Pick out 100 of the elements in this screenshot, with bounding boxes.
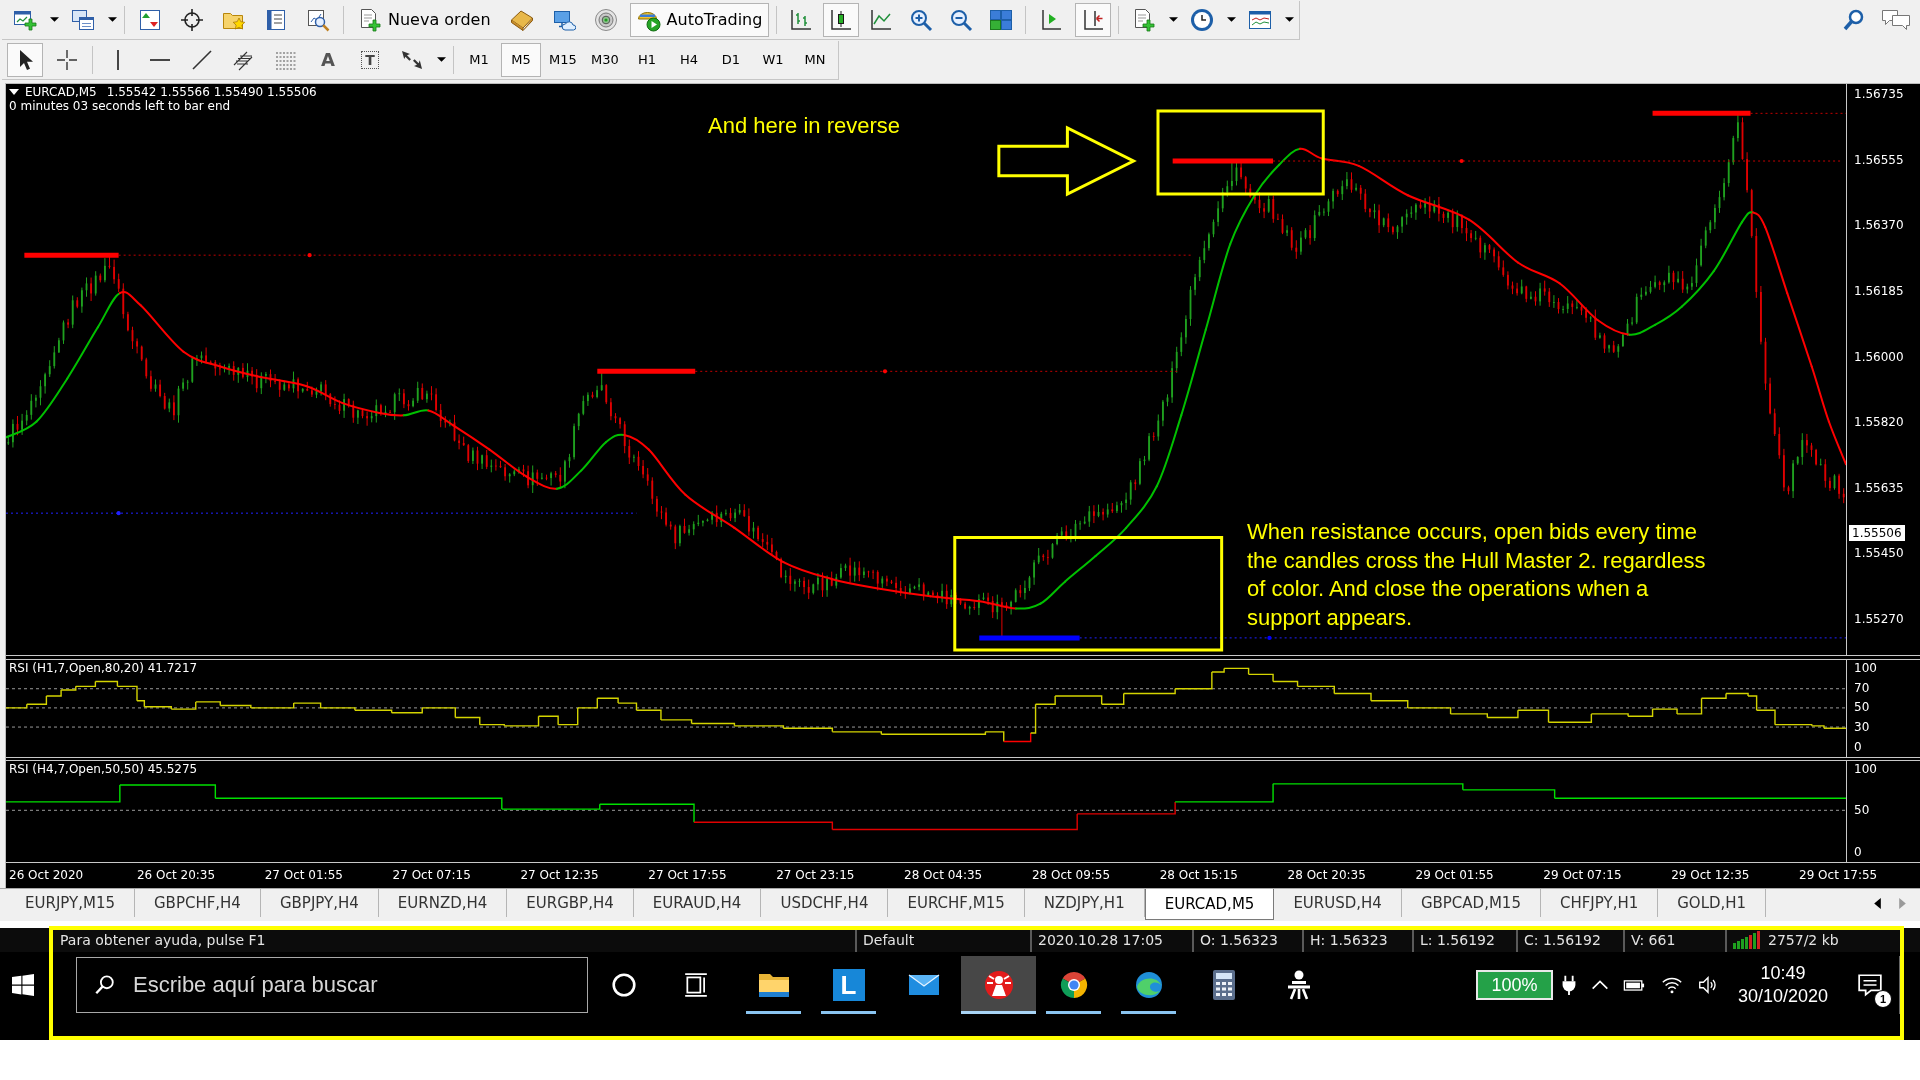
timeframe-button[interactable]: M30 xyxy=(585,42,625,77)
traffic-info: 2757/2 kb xyxy=(1768,931,1839,949)
window-arrows-icon xyxy=(138,7,162,32)
chart-tab[interactable]: EURCHF,M15 xyxy=(888,889,1025,917)
status-message: Para obtener ayuda, pulse F1 xyxy=(60,931,266,949)
search-field[interactable]: Escribe aquí para buscar xyxy=(76,957,588,1013)
chart-tab[interactable]: EURGBP,H4 xyxy=(507,889,634,917)
chart-tab[interactable]: EURAUD,H4 xyxy=(633,889,762,917)
time-axis-label: 28 Oct 04:35 xyxy=(904,868,983,882)
timeframe-button[interactable]: H4 xyxy=(669,42,709,77)
indicator-label: RSI (H4,7,Open,50,50) 45.5275 xyxy=(9,762,198,776)
new-order-button[interactable]: Nueva orden xyxy=(351,2,498,37)
axes-play-icon xyxy=(1039,7,1064,32)
concentric-rings-icon xyxy=(593,7,618,32)
price-axis-label: 1.55450 xyxy=(1854,545,1904,562)
price-axis-label: 1.56555 xyxy=(1854,151,1904,168)
profile-name: Default xyxy=(863,931,915,949)
chart-tab[interactable]: CHFJPY,H1 xyxy=(1540,889,1659,917)
chart-tab[interactable]: NZDJPY,H1 xyxy=(1024,889,1145,917)
timeframe-button[interactable]: H1 xyxy=(627,42,667,77)
chart-tab[interactable]: EURUSD,H4 xyxy=(1274,889,1402,917)
time-axis-label: 27 Oct 07:15 xyxy=(392,868,471,882)
chart-tab[interactable]: EURNZD,H4 xyxy=(378,889,508,917)
line-chart-icon xyxy=(869,7,894,32)
search-icon xyxy=(94,974,116,996)
chart-tab[interactable]: GBPJPY,H4 xyxy=(260,889,379,917)
high-price: H: 1.56323 xyxy=(1310,931,1388,949)
chart-tab[interactable]: GBPCHF,H4 xyxy=(135,889,261,917)
taskbar-app-button[interactable] xyxy=(961,956,1036,1014)
caret-icon xyxy=(1284,17,1294,22)
clock-button[interactable]: 10:49 30/10/2020 xyxy=(1725,956,1841,1014)
time-axis-label: 26 Oct 2020 xyxy=(9,868,84,882)
time-axis-label: 27 Oct 12:35 xyxy=(520,868,599,882)
time-axis-label: 29 Oct 01:55 xyxy=(1415,868,1494,882)
signal-bars-icon xyxy=(1733,931,1760,949)
search-icon xyxy=(1842,8,1866,32)
windows-logo-icon xyxy=(12,974,34,996)
current-price-label: 1.55506 xyxy=(1849,525,1905,541)
timeframe-button[interactable]: M1 xyxy=(459,42,499,77)
chart-tab[interactable]: EURJPY,M15 xyxy=(6,889,135,917)
price-axis-label: 1.55635 xyxy=(1854,479,1904,496)
emblem-icon xyxy=(982,969,1015,1001)
indicator-label: RSI (H1,7,Open,80,20) 41.7217 xyxy=(9,661,198,675)
magnifier-chart-icon xyxy=(306,7,330,32)
drawing-tool-button[interactable]: T xyxy=(352,42,388,77)
notification-count: 1 xyxy=(1874,990,1892,1008)
document-plus-icon xyxy=(358,7,382,32)
vertical-line-icon xyxy=(116,49,120,70)
open-price: O: 1.56323 xyxy=(1200,931,1278,949)
caret-icon xyxy=(1226,17,1236,22)
time-axis-label: 26 Oct 20:35 xyxy=(136,868,216,882)
drawing-tool-button[interactable]: A xyxy=(310,42,346,77)
price-axis-label: 1.56000 xyxy=(1854,348,1904,365)
drawing-tool-button[interactable] xyxy=(7,42,43,77)
time-axis-label: 29 Oct 12:35 xyxy=(1671,868,1750,882)
toolbar-button[interactable] xyxy=(823,2,860,37)
indicator-axis-label: 50 xyxy=(1854,699,1870,716)
chat-icon xyxy=(1881,8,1911,32)
timeframe-button[interactable]: W1 xyxy=(753,42,793,77)
bar-chart-icon xyxy=(789,7,814,32)
ohlc-values: 1.55542 1.55566 1.55490 1.55506 xyxy=(106,85,317,99)
time-axis-label: 27 Oct 01:55 xyxy=(264,868,343,882)
price-axis-label: 1.55270 xyxy=(1854,611,1904,628)
chart-tab[interactable]: GOLD,H1 xyxy=(1658,889,1767,917)
timeframe-button[interactable]: MN xyxy=(795,42,835,77)
close-price: C: 1.56192 xyxy=(1524,931,1601,949)
autotrading-button[interactable]: AutoTrading xyxy=(629,2,770,37)
chart-tab[interactable]: EURCAD,M5 xyxy=(1144,889,1275,920)
annotation-text: And here in reverse xyxy=(708,113,900,139)
windows-icon xyxy=(71,7,95,32)
indicator-axis-label: 30 xyxy=(1854,719,1870,736)
time-axis-label: 27 Oct 17:55 xyxy=(648,868,727,882)
volume-value: V: 661 xyxy=(1631,931,1676,949)
crosshair-icon xyxy=(180,7,204,32)
taskbar-app-button[interactable]: L xyxy=(811,956,886,1014)
timeframe-button[interactable]: D1 xyxy=(711,42,751,77)
timeframe-button[interactable]: M15 xyxy=(543,42,583,77)
bar-time: 2020.10.28 17:05 xyxy=(1038,931,1163,949)
price-axis-label: 1.56370 xyxy=(1854,217,1904,234)
indicator-axis-label: 70 xyxy=(1854,679,1870,696)
speaker-icon xyxy=(1697,974,1719,996)
indicator-axis-label: 0 xyxy=(1854,739,1862,756)
task-view-icon xyxy=(683,972,709,998)
time-axis-label: 28 Oct 20:35 xyxy=(1287,868,1366,882)
triangle-down-icon xyxy=(9,89,19,95)
caret-icon xyxy=(107,17,117,22)
indicator-axis-label: 100 xyxy=(1854,659,1877,676)
scroll-left-icon[interactable] xyxy=(1874,897,1881,909)
price-axis-label: 1.55820 xyxy=(1854,414,1904,431)
caret-icon xyxy=(1168,17,1178,22)
caret-icon xyxy=(49,17,59,22)
chart-tab[interactable]: GBPCAD,M15 xyxy=(1401,889,1541,917)
timeframe-button[interactable]: M5 xyxy=(501,42,541,77)
notification-button[interactable]: 1 xyxy=(1841,956,1899,1014)
chart-tab[interactable]: USDCHF,H4 xyxy=(761,889,889,917)
list-window-icon xyxy=(264,7,288,32)
circle-icon xyxy=(611,972,637,998)
price-axis-label: 1.56185 xyxy=(1854,282,1904,299)
zoom-in-icon xyxy=(909,7,934,32)
envelope-icon xyxy=(907,973,940,997)
